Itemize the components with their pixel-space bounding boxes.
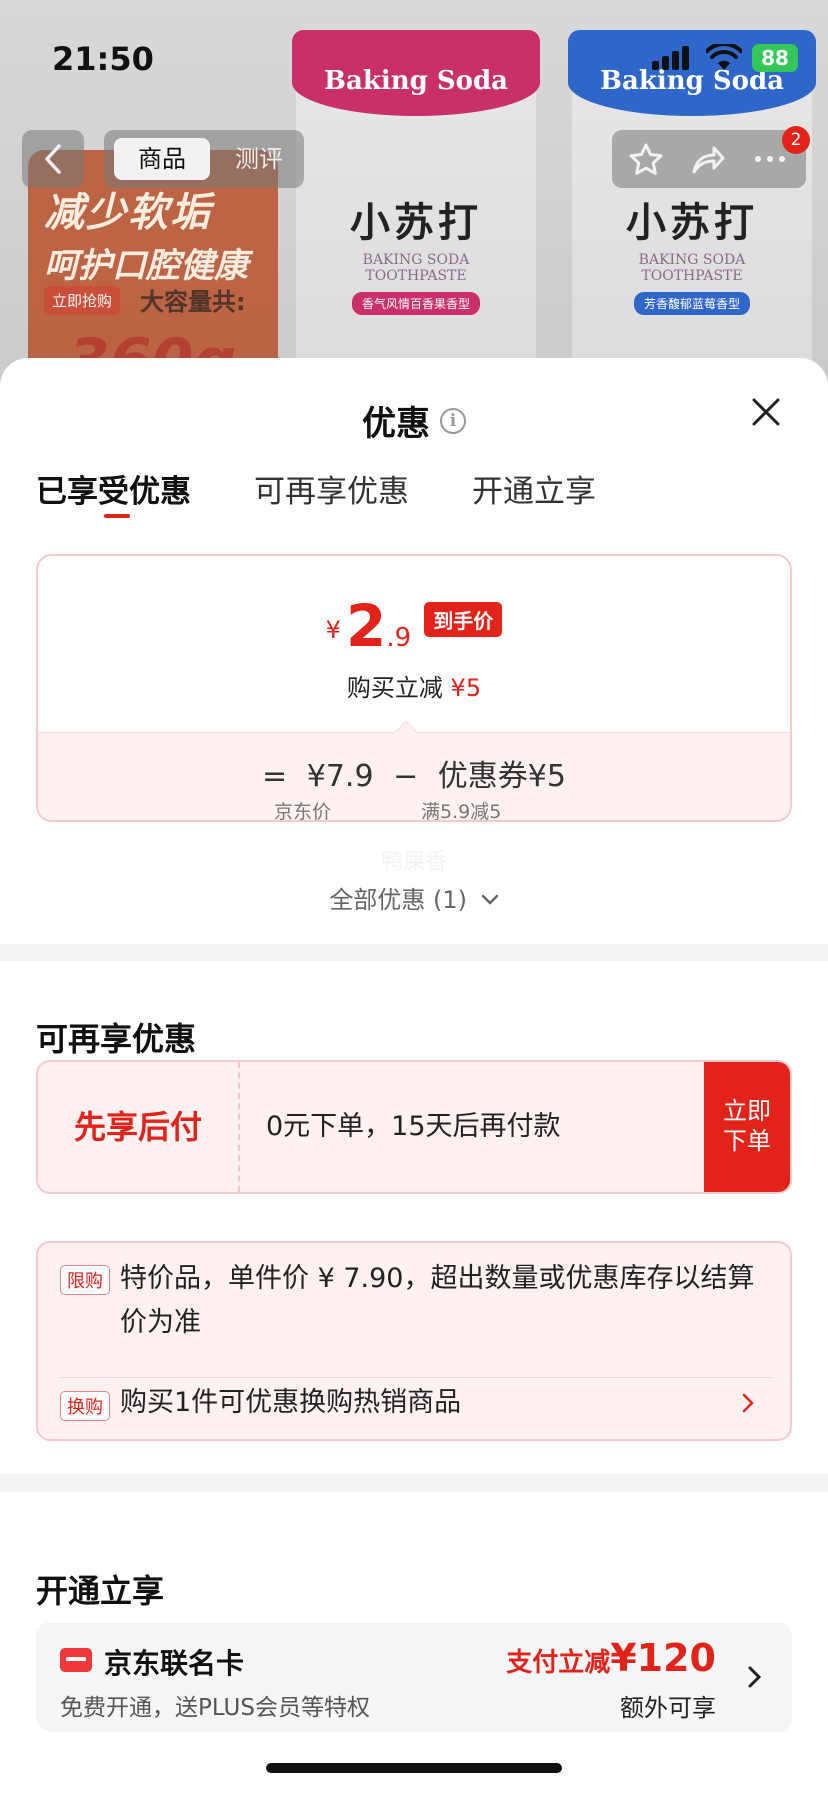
tube-flavor: 芳香馥郁蓝莓香型 [633,292,751,315]
jd-promo-amount: ¥120 [610,1636,716,1680]
price-integer: 2 [346,592,387,660]
tab-product[interactable]: 商品 [114,138,210,180]
share-icon[interactable] [690,142,726,176]
chevron-right-icon[interactable] [738,1391,758,1415]
tab-open-to-enjoy[interactable]: 开通立享 [472,466,596,511]
section-divider [0,1474,828,1492]
watermark: 鸭屎香 [380,850,447,875]
info-icon[interactable]: i [440,407,466,434]
limit-purchase-text: 特价品，单件价 ¥ 7.90，超出数量或优惠库存以结算价为准 [120,1263,755,1338]
tube-name-cn: 小苏打 [626,200,758,246]
home-indicator [266,1763,562,1773]
chevron-down-icon [481,894,498,905]
instant-discount: 购买立减 ¥5 [38,668,790,703]
credit-card-icon [60,1648,92,1672]
jd-promo-label: 支付立减 [506,1648,611,1678]
sheet-title: 优惠 [362,404,430,444]
jd-promo-extra: 额外可享 [620,1694,716,1722]
purchase-rules-card: 限购 特价品，单件价 ¥ 7.90，超出数量或优惠库存以结算价为准 换购 购买1… [36,1241,792,1441]
price-formula: = ¥7.9 − 优惠券¥5 [38,751,790,795]
instant-discount-value: ¥5 [450,674,482,702]
product-tabs: 商品 测评 [104,130,304,188]
back-button[interactable] [22,130,84,188]
status-bar: 21:50 88 [0,0,828,120]
exchange-purchase-text[interactable]: 购买1件可优惠换购热销商品 [120,1381,760,1425]
all-discounts-toggle[interactable]: 全部优惠 (1) [0,880,828,915]
limit-purchase-tag: 限购 [60,1265,110,1295]
sheet-header: 优惠 i [0,396,828,445]
formula-base-price: ¥7.9 [306,759,374,794]
tube-flavor: 香气风情百香果香型 [351,292,481,315]
rule-divider [60,1377,772,1378]
pay-later-desc: 0元下单，15天后再付款 [266,1111,561,1142]
jd-card-desc: 免费开通，送PLUS会员等特权 [60,1695,370,1721]
exchange-purchase-tag: 换购 [60,1391,110,1421]
pay-later-name: 先享后付 [38,1062,240,1192]
order-now-button[interactable]: 立即 下单 [704,1062,790,1192]
tube-name-en: BAKING SODA TOOTHPASTE [362,252,470,284]
formula-coupon: 优惠券¥5 [437,759,566,794]
action-buttons [612,130,806,188]
tab-review[interactable]: 测评 [222,138,296,180]
discount-sheet: 优惠 i 已享受优惠 可再享优惠 开通立享 ¥ 2.9 到手价 购买立减 ¥5 =… [0,358,828,1793]
currency-symbol: ¥ [325,616,341,644]
all-discounts-label: 全部优惠 (1) [329,886,467,914]
close-icon[interactable] [748,394,784,430]
jd-card-name: 京东联名卡 [104,1647,245,1680]
battery-indicator: 88 [752,44,798,72]
promo-line-1: 减少软垢 [44,190,212,236]
price-formula-panel: = ¥7.9 − 优惠券¥5 京东价 满5.9减5 [38,732,790,822]
promo-tag: 立即抢购 [44,286,121,315]
base-price-caption: 京东价 [274,801,332,822]
coupon-caption: 满5.9减5 [421,801,502,822]
section-divider [0,944,828,962]
more-icon[interactable] [752,142,788,176]
pay-later-card[interactable]: 先享后付 0元下单，15天后再付款 立即 下单 [36,1060,792,1194]
tab-enjoyed[interactable]: 已享受优惠 [36,466,191,511]
active-tab-indicator [104,514,130,518]
cellular-signal-icon [652,44,692,70]
jd-cobrand-card[interactable]: 京东联名卡 免费开通，送PLUS会员等特权 支付立减¥120 额外可享 [36,1622,792,1732]
star-icon[interactable] [628,142,664,176]
final-price-tag: 到手价 [424,602,503,637]
notification-badge: 2 [782,126,810,154]
tab-more-available[interactable]: 可再享优惠 [254,466,409,511]
instant-discount-label: 购买立减 [346,674,443,702]
more-discounts-title: 可再享优惠 [36,1020,197,1058]
wifi-icon [706,44,742,70]
formula-equals: = [262,759,288,794]
price-decimal: .9 [386,623,412,653]
final-price: ¥ 2.9 到手价 [38,592,790,660]
formula-minus: − [393,759,419,794]
chevron-right-icon[interactable] [744,1664,764,1690]
tube-name-cn: 小苏打 [350,200,482,246]
back-icon [45,144,61,174]
tube-name-en: BAKING SODA TOOTHPASTE [638,252,746,284]
final-price-panel: ¥ 2.9 到手价 购买立减 ¥5 [38,556,790,732]
jd-card-promo: 支付立减¥120 [506,1636,716,1680]
open-to-enjoy-title: 开通立享 [36,1572,165,1610]
status-time: 21:50 [52,40,154,78]
price-breakdown-card: ¥ 2.9 到手价 购买立减 ¥5 = ¥7.9 − 优惠券¥5 京东价 满5.… [36,554,792,822]
promo-line-2: 呵护口腔健康 [44,246,248,286]
promo-line-3: 大容量共: [140,288,246,316]
